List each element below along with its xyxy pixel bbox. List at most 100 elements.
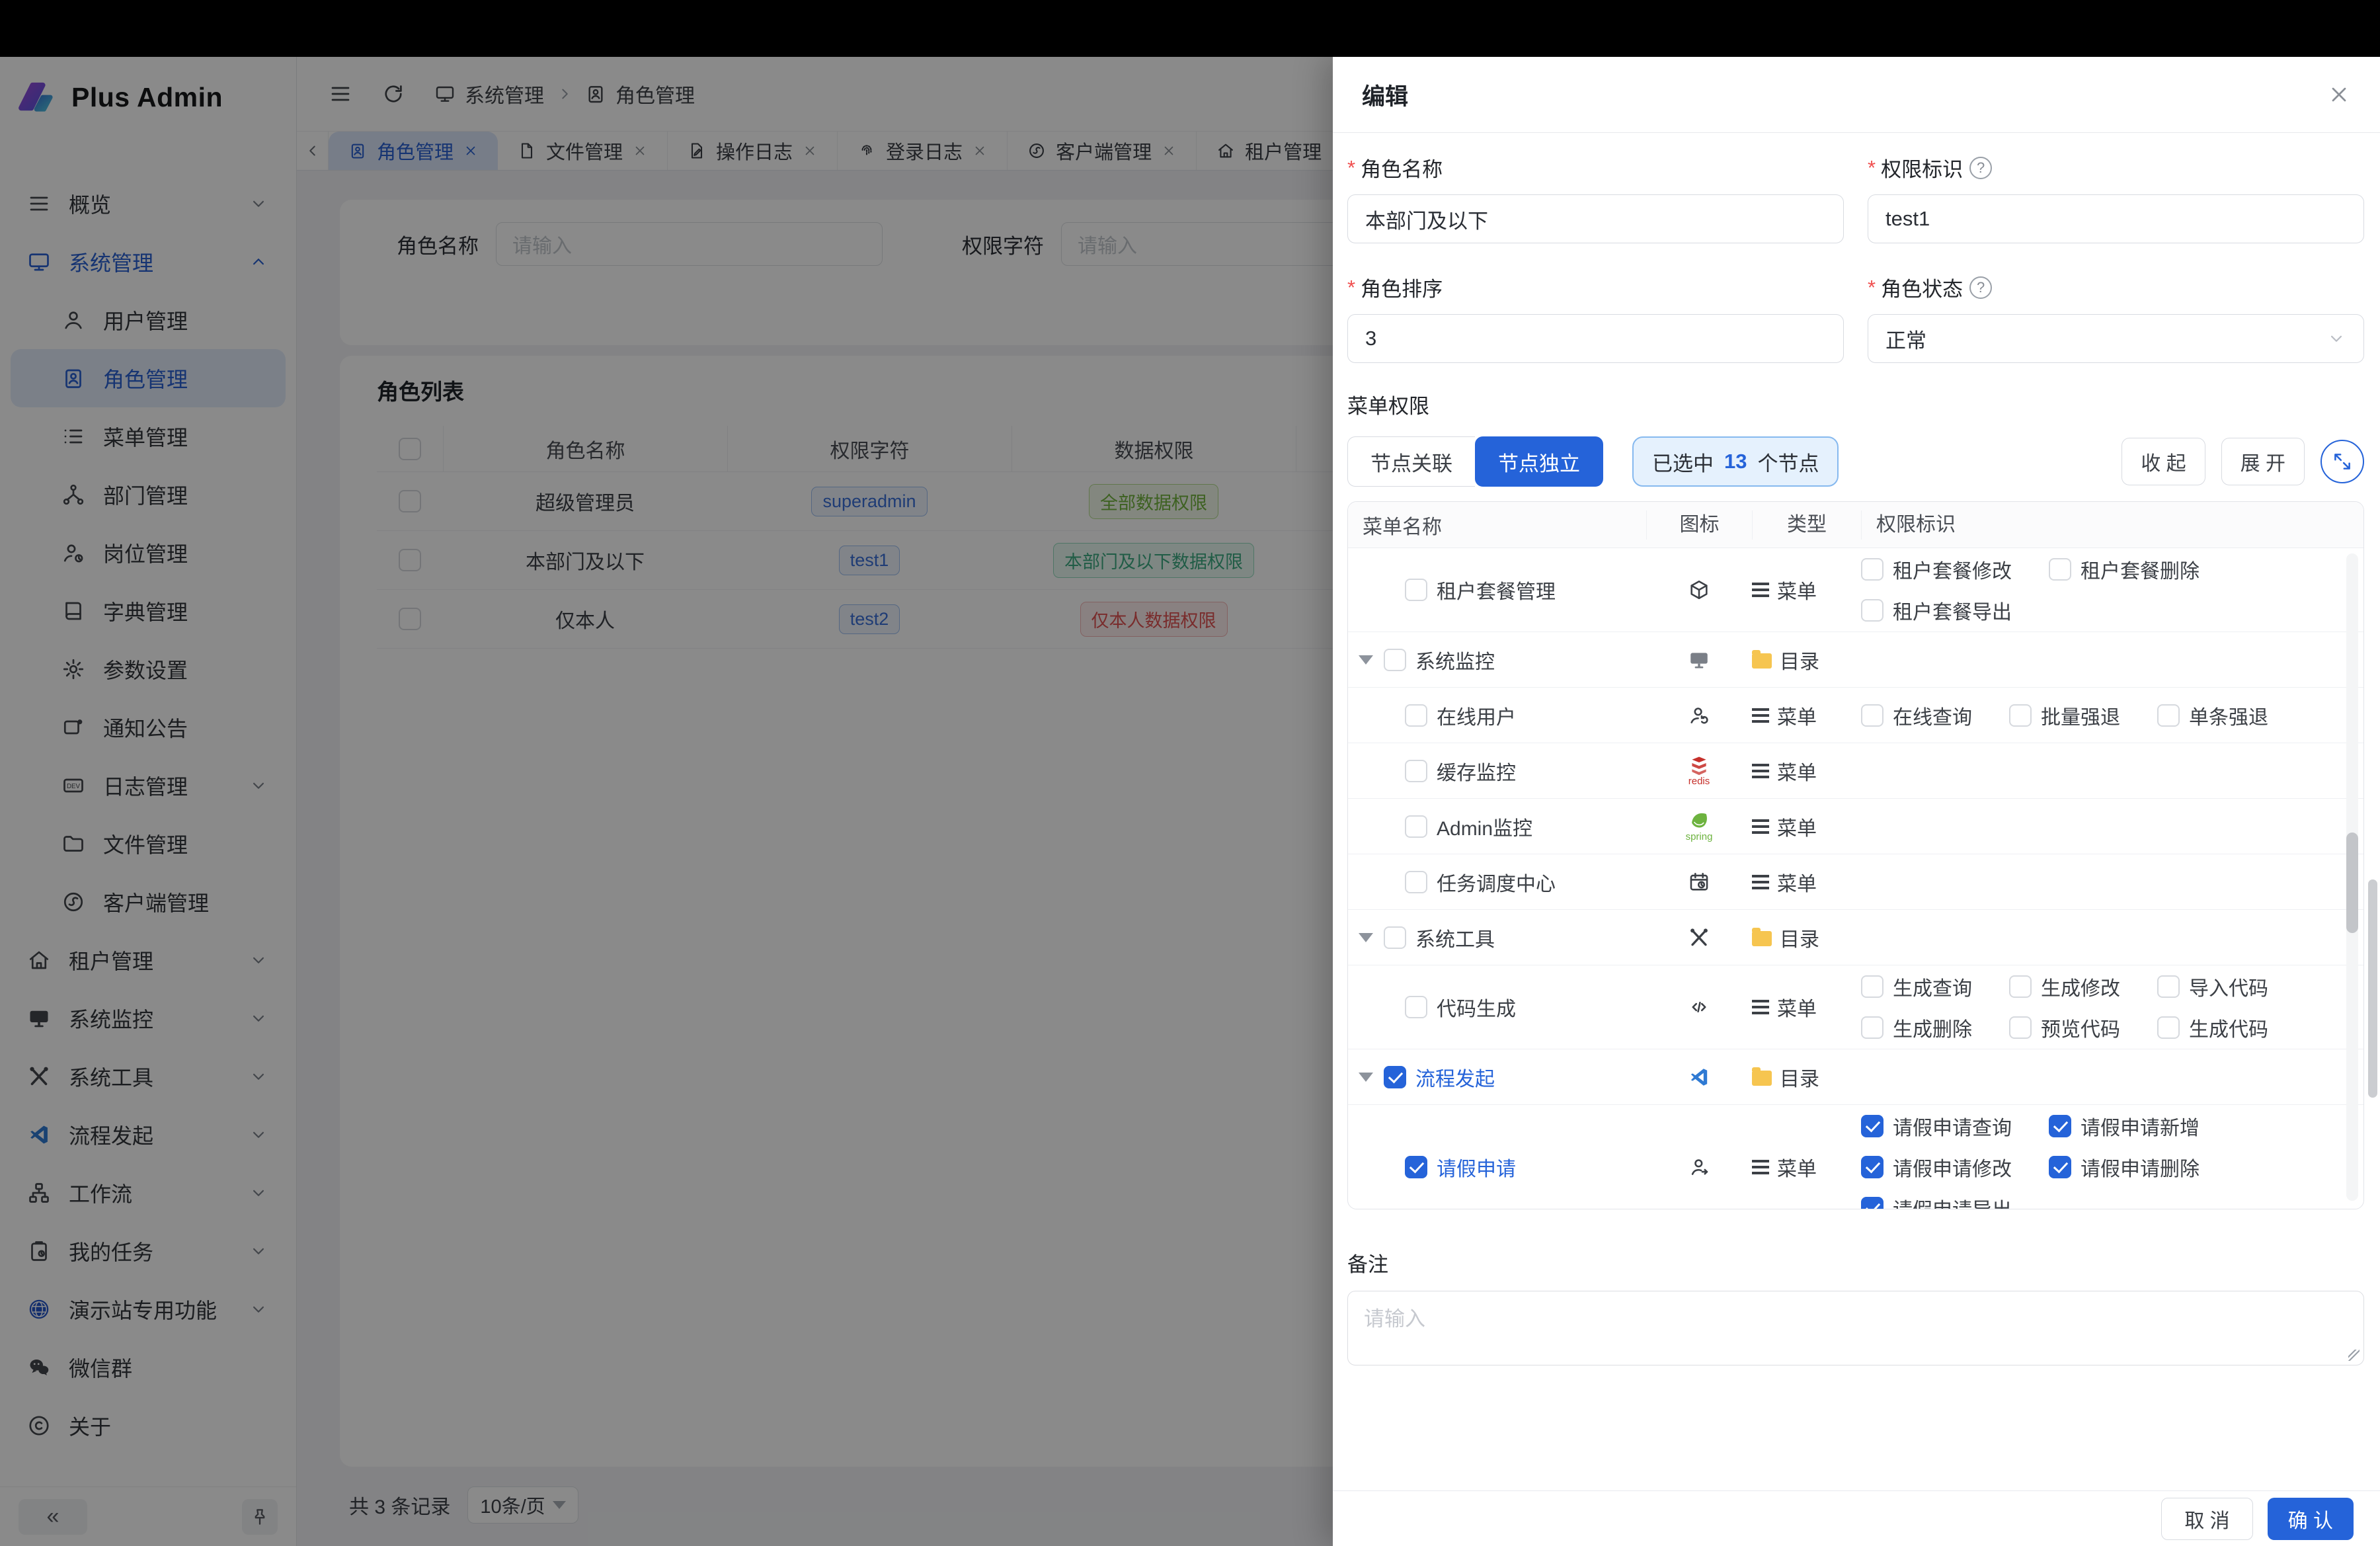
expand-all-button[interactable]: 展 开: [2221, 438, 2305, 485]
menu-type-icon: [1752, 583, 1769, 597]
tree-row-task-schedule-center: 任务调度中心 菜单: [1348, 854, 2363, 910]
confirm-button[interactable]: 确 认: [2268, 1498, 2354, 1540]
menu-permission-label: 菜单权限: [1347, 389, 2364, 419]
perm-checkbox[interactable]: [2157, 975, 2180, 998]
tree-checkbox[interactable]: [1405, 704, 1427, 727]
folder-icon: [1752, 931, 1772, 946]
perm-item: 导入代码: [2157, 972, 2268, 1001]
perm-checkbox[interactable]: [2157, 704, 2180, 727]
tree-checkbox[interactable]: [1405, 579, 1427, 601]
tree-node-label: 系统工具: [1415, 923, 1495, 952]
monitor-gray-icon: [1646, 649, 1752, 671]
remark-textarea[interactable]: 请输入: [1347, 1291, 2364, 1365]
perm-checkbox[interactable]: [2049, 1115, 2071, 1137]
remark-label: 备注: [1347, 1248, 2364, 1278]
tree-row-system-tools: 系统工具 目录: [1348, 910, 2363, 965]
drawer-scrollbar-thumb[interactable]: [2368, 879, 2377, 1098]
tree-node-label: 缓存监控: [1437, 756, 1516, 786]
package-icon: [1646, 579, 1752, 601]
tree-checkbox[interactable]: [1405, 1156, 1427, 1178]
perm-checkbox[interactable]: [1861, 1115, 1884, 1137]
tree-checkbox[interactable]: [1384, 1066, 1406, 1088]
tools-icon: [1646, 926, 1752, 949]
perm-checkbox[interactable]: [1861, 975, 1884, 998]
expand-icon: [2331, 450, 2354, 473]
collapse-arrow-icon[interactable]: [1359, 933, 1373, 942]
type-label: 菜单: [1777, 812, 1817, 841]
collapse-arrow-icon[interactable]: [1359, 655, 1373, 665]
fullscreen-button[interactable]: [2320, 440, 2364, 483]
type-label: 菜单: [1777, 756, 1817, 786]
perm-item: 生成删除: [1861, 1013, 1972, 1042]
menu-permission-tree: 菜单名称 图标 类型 权限标识 租户套餐管理 菜单 租户套餐修改租户套餐删除租户…: [1347, 501, 2364, 1209]
perm-item: 单条强退: [2157, 701, 2268, 730]
type-label: 目录: [1780, 1063, 1819, 1092]
cancel-button[interactable]: 取 消: [2161, 1498, 2252, 1540]
modal-overlay[interactable]: [0, 57, 1333, 1546]
drawer-header: 编辑: [1333, 57, 2380, 133]
tree-node-label: 请假申请: [1437, 1153, 1516, 1182]
perm-checkbox[interactable]: [1861, 1016, 1884, 1039]
perm-checkbox[interactable]: [2009, 975, 2032, 998]
perm-item: 生成代码: [2157, 1013, 2268, 1042]
menu-type-icon: [1752, 708, 1769, 723]
folder-icon: [1752, 653, 1772, 669]
perm-checkbox[interactable]: [2009, 1016, 2032, 1039]
perm-checkbox[interactable]: [1861, 599, 1884, 622]
collapse-arrow-icon[interactable]: [1359, 1073, 1373, 1082]
perm-checkbox[interactable]: [1861, 704, 1884, 727]
drawer-title: 编辑: [1362, 78, 1408, 112]
tree-node-label: 任务调度中心: [1437, 868, 1556, 897]
person-leave-icon: [1646, 1156, 1752, 1178]
perm-key-label: *权限标识?: [1868, 153, 2364, 183]
type-label: 菜单: [1777, 868, 1817, 897]
perm-key-input[interactable]: test1: [1868, 194, 2364, 243]
role-sort-label: *角色排序: [1347, 272, 1844, 302]
schedule-icon: [1646, 871, 1752, 893]
role-name-input[interactable]: 本部门及以下: [1347, 194, 1844, 243]
menu-permission-controls: 节点关联 节点独立 已选中13个节点 收 起 展 开: [1347, 436, 2364, 487]
perm-checkbox[interactable]: [2157, 1016, 2180, 1039]
tree-scrollbar-thumb[interactable]: [2346, 833, 2358, 933]
perm-checkbox[interactable]: [1861, 1156, 1884, 1178]
perm-item: 生成查询: [1861, 972, 1972, 1001]
tree-checkbox[interactable]: [1405, 996, 1427, 1018]
selected-count-badge: 已选中13个节点: [1632, 436, 1839, 487]
code-icon: [1646, 996, 1752, 1018]
node-independent-button[interactable]: 节点独立: [1475, 436, 1603, 487]
role-name-label: *角色名称: [1347, 153, 1844, 183]
tree-checkbox[interactable]: [1405, 760, 1427, 782]
tree-row-code-generation: 代码生成 菜单 生成查询生成修改导入代码生成删除预览代码生成代码: [1348, 965, 2363, 1049]
menu-type-icon: [1752, 875, 1769, 889]
tree-checkbox[interactable]: [1384, 649, 1406, 671]
perm-checkbox[interactable]: [1861, 558, 1884, 581]
collapse-all-button[interactable]: 收 起: [2122, 438, 2205, 485]
perm-checkbox[interactable]: [2009, 704, 2032, 727]
edit-drawer: 编辑 *角色名称 本部门及以下 *权限标识? test1 *角色排序 3 *角色…: [1333, 57, 2380, 1546]
tree-node-label: 在线用户: [1437, 701, 1516, 730]
tree-checkbox[interactable]: [1405, 815, 1427, 838]
close-icon[interactable]: [2327, 83, 2351, 106]
tree-node-label: Admin监控: [1437, 812, 1532, 841]
tree-row-leave-application: 请假申请 菜单 请假申请查询请假申请新增请假申请修改请假申请删除请假申请导出: [1348, 1105, 2363, 1209]
perm-checkbox[interactable]: [1861, 1197, 1884, 1209]
role-sort-input[interactable]: 3: [1347, 314, 1844, 363]
tree-col-name: 菜单名称: [1348, 510, 1646, 540]
help-icon: ?: [1969, 157, 1992, 179]
perm-item: 请假申请修改: [1861, 1153, 2012, 1182]
tree-col-type: 类型: [1752, 510, 1861, 540]
perm-checkbox[interactable]: [2049, 1156, 2071, 1178]
tree-node-label: 代码生成: [1437, 993, 1516, 1022]
node-linked-button[interactable]: 节点关联: [1347, 436, 1475, 487]
tree-checkbox[interactable]: [1384, 926, 1406, 949]
edit-form: *角色名称 本部门及以下 *权限标识? test1 *角色排序 3 *角色状态?…: [1347, 153, 2364, 363]
perm-checkbox[interactable]: [2049, 558, 2071, 581]
node-mode-segmented: 节点关联 节点独立: [1347, 436, 1603, 487]
top-black-bar: [0, 0, 2380, 57]
tree-checkbox[interactable]: [1405, 871, 1427, 893]
tree-row-online-user: 在线用户 菜单 在线查询批量强退单条强退: [1348, 688, 2363, 743]
folder-icon: [1752, 1071, 1772, 1086]
role-status-select[interactable]: 正常: [1868, 314, 2364, 363]
tree-col-icon: 图标: [1646, 510, 1752, 540]
chevron-down-icon: [2326, 329, 2346, 348]
